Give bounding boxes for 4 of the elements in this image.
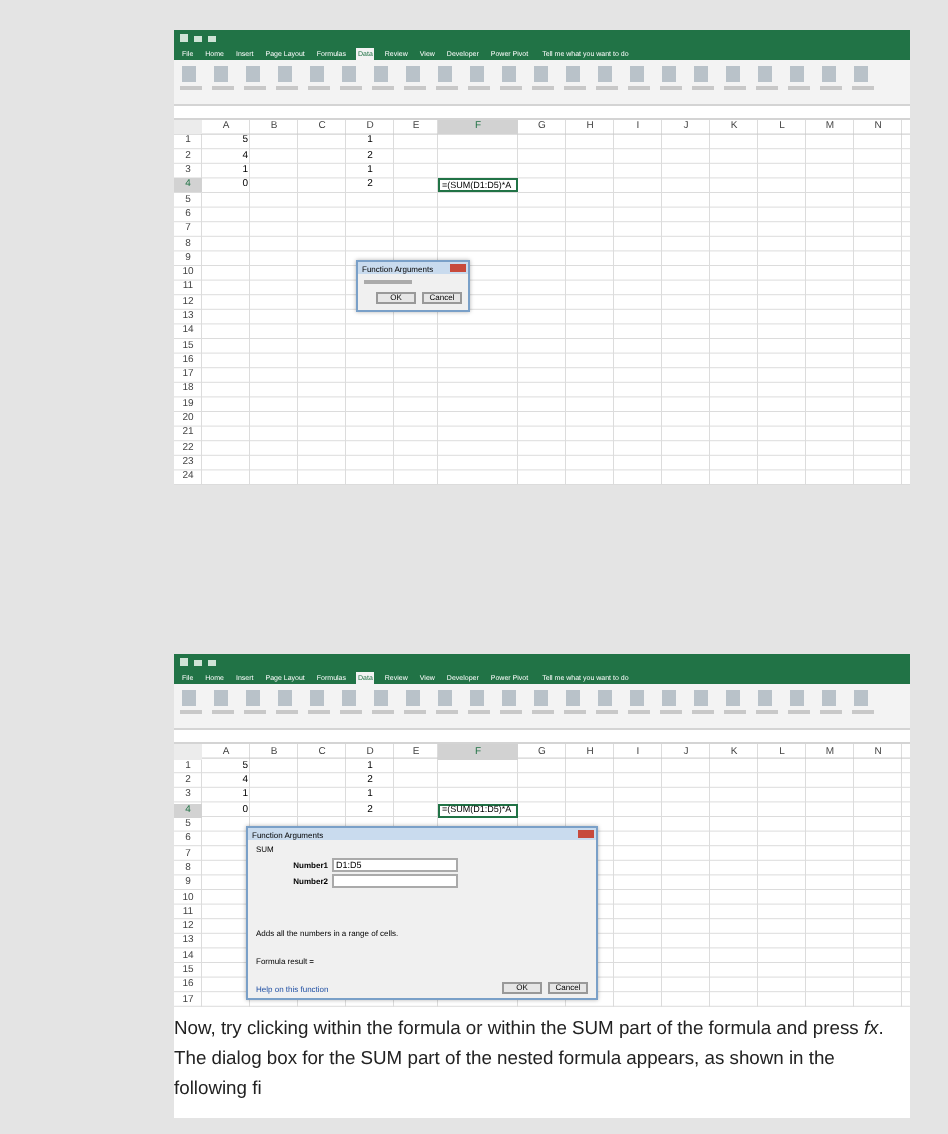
close-icon[interactable] bbox=[578, 830, 594, 839]
select-all-corner[interactable] bbox=[174, 120, 202, 135]
input-field[interactable] bbox=[332, 874, 458, 889]
select-all-corner[interactable] bbox=[174, 744, 202, 760]
